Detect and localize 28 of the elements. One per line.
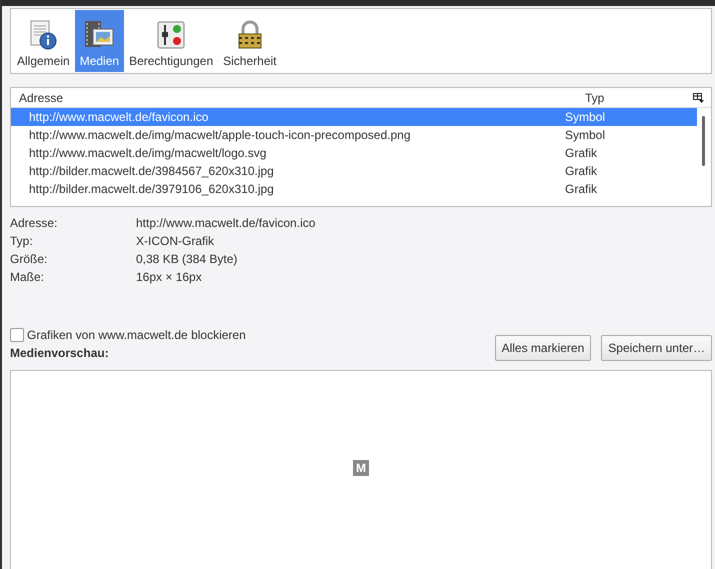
column-picker-icon[interactable]	[693, 92, 704, 102]
detail-label: Adresse:	[10, 216, 58, 230]
favicon-preview: M	[353, 460, 369, 476]
detail-value: X-ICON-Grafik	[136, 234, 215, 248]
tab[interactable]: Medien	[74, 10, 124, 72]
media-row[interactable]: http://bilder.macwelt.de/3984567_620x310.jpg Grafik	[11, 162, 697, 180]
detail-value: http://www.macwelt.de/favicon.ico	[136, 216, 316, 230]
checkbox-label[interactable]: Grafiken von www.macwelt.de blockieren	[27, 328, 246, 342]
media-row[interactable]: http://www.macwelt.de/favicon.ico Symbol	[11, 108, 697, 126]
tab[interactable]: Berechtigungen	[124, 10, 218, 72]
column-header[interactable]: Adresse	[19, 90, 585, 104]
detail-label: Typ:	[10, 234, 34, 248]
dialog-button[interactable]: Alles markieren	[494, 335, 592, 361]
detail-label: Maße:	[10, 270, 46, 284]
detail-label: Größe:	[10, 252, 48, 266]
scrollbar-thumb[interactable]	[702, 116, 705, 166]
column-header[interactable]: Typ	[585, 90, 693, 104]
detail-value: 0,38 KB (384 Byte)	[136, 252, 238, 266]
checkbox[interactable]	[10, 328, 24, 342]
media-row[interactable]: http://www.macwelt.de/img/macwelt/logo.svg Grafik	[11, 144, 697, 162]
tab[interactable]: Sicherheit	[218, 10, 282, 72]
detail-value: 16px × 16px	[136, 270, 203, 284]
media-row[interactable]: http://www.macwelt.de/img/macwelt/apple-touch-icon-precomposed.png Symbol	[11, 126, 697, 144]
dialog-button[interactable]: Speichern unter…	[601, 335, 712, 361]
tab[interactable]: Allgemein	[12, 10, 75, 72]
preview-label: Medienvorschau:	[10, 346, 110, 360]
slider-check-icon	[155, 19, 188, 51]
media-row[interactable]: http://bilder.macwelt.de/3979106_620x310.jpg Grafik	[11, 180, 697, 198]
